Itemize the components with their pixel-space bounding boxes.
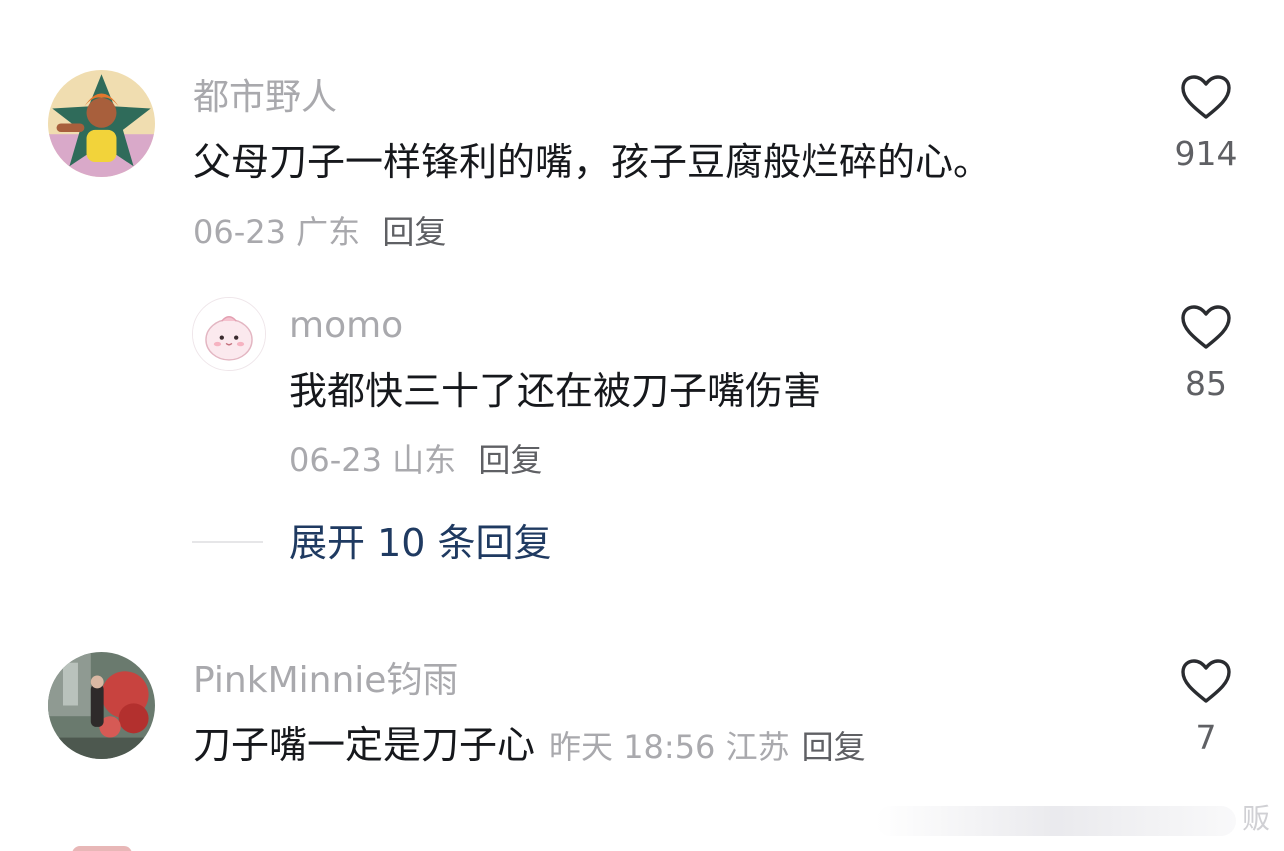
comment-text: 我都快三十了还在被刀子嘴伤害	[289, 369, 822, 413]
username[interactable]: 都市野人	[193, 76, 337, 120]
like-count: 7	[1195, 718, 1217, 757]
reply-button[interactable]: 回复	[802, 728, 866, 766]
like-count: 914	[1174, 134, 1238, 173]
comment-location: 山东	[392, 441, 457, 479]
comment-time: 昨天 18:56	[549, 728, 716, 766]
like-count: 85	[1185, 364, 1227, 403]
next-avatar-peek	[72, 846, 132, 851]
expand-divider	[192, 541, 263, 543]
username[interactable]: momo	[289, 304, 403, 348]
reply-button[interactable]: 回复	[382, 213, 446, 251]
avatar[interactable]	[48, 652, 155, 759]
comment-text: 刀子嘴一定是刀子心 昨天 18:56 江苏 回复	[193, 722, 866, 770]
avatar-image	[48, 652, 155, 759]
heart-outline-icon	[1181, 659, 1231, 703]
avatar[interactable]	[192, 297, 266, 371]
like-button[interactable]: 914	[1166, 74, 1246, 174]
like-button[interactable]: 7	[1166, 658, 1246, 758]
comment-location: 广东	[296, 213, 361, 251]
comment-text: 父母刀子一样锋利的嘴，孩子豆腐般烂碎的心。	[193, 140, 992, 184]
comment-date: 06-23	[289, 441, 382, 479]
comment-text-body: 刀子嘴一定是刀子心	[193, 723, 536, 767]
comment-list: 都市野人 父母刀子一样锋利的嘴，孩子豆腐般烂碎的心。 06-23 广东 回复 9…	[0, 0, 1284, 851]
comment-meta: 昨天 18:56 江苏 回复	[549, 728, 866, 766]
avatar[interactable]	[48, 70, 155, 177]
like-button[interactable]: 85	[1166, 304, 1246, 404]
username[interactable]: PinkMinnie钧雨	[193, 659, 458, 703]
comment-meta: 06-23 广东 回复	[193, 212, 446, 252]
watermark-bar	[876, 806, 1236, 836]
avatar-image	[193, 298, 265, 370]
expand-replies-button[interactable]: 展开 10 条回复	[289, 520, 552, 566]
heart-outline-icon	[1181, 75, 1231, 119]
reply-button[interactable]: 回复	[478, 441, 542, 479]
comment-location: 江苏	[725, 728, 790, 766]
heart-outline-icon	[1181, 305, 1231, 349]
comment-meta: 06-23 山东 回复	[289, 440, 542, 480]
avatar-image	[48, 70, 155, 177]
watermark-text: 贩	[1241, 802, 1270, 835]
comment-date: 06-23	[193, 213, 286, 251]
